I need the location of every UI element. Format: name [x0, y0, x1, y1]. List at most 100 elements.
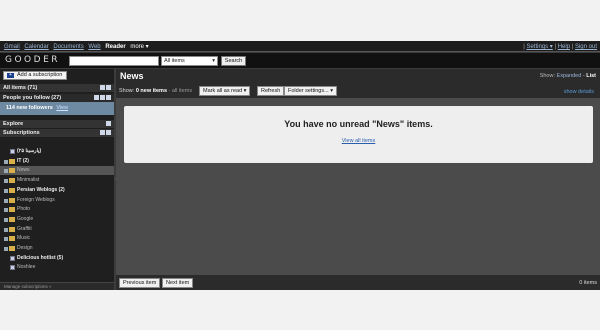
link-web[interactable]: Web: [88, 44, 100, 50]
view-mode-label: Show:: [539, 73, 555, 79]
empty-state-message: You have no unread "News" items. View al…: [124, 106, 593, 163]
more-menu[interactable]: more ▾: [130, 44, 148, 50]
sidebar-item-people[interactable]: People you follow (27): [0, 94, 114, 102]
subscription-item[interactable]: Design: [0, 244, 114, 253]
subscription-item[interactable]: Noshlee: [0, 263, 114, 272]
previous-item-button[interactable]: Previous item: [119, 278, 161, 288]
page-title: News: [120, 71, 144, 81]
subscription-label: Music: [17, 235, 31, 242]
all-items-filter[interactable]: - all items: [169, 88, 193, 94]
expand-toggle-icon[interactable]: [4, 227, 8, 232]
subscription-item[interactable]: News: [0, 166, 114, 176]
sidebar: + Add a subscription All items (71) Peop…: [0, 69, 114, 290]
expand-toggle-icon[interactable]: [4, 237, 8, 242]
expand-toggle-icon[interactable]: [4, 188, 8, 193]
refresh-button[interactable]: Refresh: [257, 86, 285, 96]
empty-state-text: You have no unread "News" items.: [284, 119, 433, 129]
expanded-view-link[interactable]: Expanded: [557, 73, 582, 79]
folder-icon: [9, 187, 15, 193]
folder-icon: [9, 197, 15, 203]
reader-app: Gmail Calendar Documents Web Reader more…: [0, 41, 600, 290]
subscription-label: Design: [17, 245, 33, 251]
refresh-icon[interactable]: [100, 85, 105, 90]
show-details-link[interactable]: show details: [564, 89, 594, 95]
subscription-label: Photo: [17, 206, 31, 213]
search-scope-value: All items: [164, 58, 185, 64]
subscription-label: Minimalist: [17, 177, 40, 184]
link-calendar[interactable]: Calendar: [24, 44, 48, 50]
expand-toggle-icon[interactable]: [4, 169, 8, 174]
collapse-icon[interactable]: [106, 121, 111, 126]
refresh-icon[interactable]: [100, 95, 105, 100]
feed-icon: [10, 149, 15, 154]
subscription-label: Persian Weblogs (2): [17, 186, 65, 193]
sidebar-item-subscriptions[interactable]: Subscriptions: [0, 129, 114, 137]
all-items-label: All items (71): [3, 85, 38, 91]
subscription-item[interactable]: Foreign Weblogs: [0, 196, 114, 205]
expand-toggle-icon[interactable]: [4, 159, 8, 164]
folder-settings-button[interactable]: Folder settings... ▾: [284, 86, 337, 96]
expand-toggle-icon[interactable]: [4, 217, 8, 222]
subscription-label: Noshlee: [17, 264, 36, 271]
collapse-icon[interactable]: [106, 95, 111, 100]
collapse-icon[interactable]: [106, 85, 111, 90]
subscription-item[interactable]: Minimalist: [0, 176, 114, 185]
link-documents[interactable]: Documents: [53, 44, 83, 50]
new-items-count[interactable]: 0 new items: [136, 88, 167, 94]
subscription-label: Google: [17, 215, 34, 222]
subscription-label: Delicious hotlist (5): [17, 254, 64, 261]
item-status: Show: 0 new items - all items: [119, 88, 192, 94]
subscription-item[interactable]: Delicious hotlist (5): [0, 254, 114, 263]
section-controls: [99, 85, 111, 93]
expand-toggle-icon[interactable]: [4, 208, 8, 213]
subscriptions-label: Subscriptions: [3, 130, 40, 136]
folder-icon: [9, 246, 15, 251]
list-view-link[interactable]: List: [586, 73, 596, 79]
service-links: Gmail Calendar Documents Web Reader more…: [4, 43, 152, 50]
add-subscription-button[interactable]: + Add a subscription: [3, 71, 67, 80]
subscription-item[interactable]: Google: [0, 215, 114, 224]
subscription-item[interactable]: IT (2): [0, 157, 114, 166]
mark-all-read-button[interactable]: Mark all as read ▾: [199, 86, 251, 96]
link-gmail[interactable]: Gmail: [4, 44, 20, 50]
top-navigation-bar: Gmail Calendar Documents Web Reader more…: [0, 41, 600, 52]
view-mode-switch: Show: Expanded - List: [540, 73, 596, 79]
expand-toggle-icon[interactable]: [4, 247, 8, 251]
sidebar-item-all-items[interactable]: All items (71): [0, 84, 114, 92]
subscription-item[interactable]: Photo: [0, 205, 114, 214]
search-scope-select[interactable]: All items ▾: [161, 56, 218, 66]
help-link[interactable]: Help: [558, 44, 570, 50]
search-input[interactable]: [69, 56, 159, 66]
new-followers-banner: 114 new followers View: [0, 102, 114, 115]
subscription-label: IT (2): [17, 157, 29, 164]
expand-toggle-icon[interactable]: [4, 198, 8, 203]
search-bar: GOODER All items ▾ Search: [0, 53, 600, 68]
subscription-item[interactable]: Music: [0, 234, 114, 243]
view-mode-separator: -: [582, 73, 585, 79]
settings-link[interactable]: Settings ▾: [526, 44, 552, 50]
mark-all-read-label: Mark all as read: [203, 88, 243, 94]
feed-icon: [10, 265, 15, 271]
manage-subscriptions-link[interactable]: Manage subscriptions »: [0, 282, 114, 290]
item-toolbar: Show: 0 new items - all items Mark all a…: [116, 85, 600, 97]
signout-link[interactable]: Sign out: [575, 44, 597, 50]
subscription-item[interactable]: Graffiti: [0, 225, 114, 234]
folder-icon: [9, 168, 15, 174]
next-item-button[interactable]: Next item: [162, 278, 194, 288]
comment-icon[interactable]: [94, 95, 99, 100]
section-controls: [99, 130, 111, 138]
subscription-item[interactable]: (۲۵ پارسینا): [0, 147, 114, 156]
search-button[interactable]: Search: [221, 56, 246, 66]
view-followers-link[interactable]: View: [56, 105, 68, 111]
item-count: 0 items: [579, 280, 597, 286]
sidebar-item-explore[interactable]: Explore: [0, 120, 114, 128]
folder-icon: [9, 236, 15, 242]
items-area: You have no unread "News" items. View al…: [116, 98, 600, 275]
expand-toggle-icon[interactable]: [4, 179, 8, 184]
subscription-item[interactable]: Persian Weblogs (2): [0, 186, 114, 195]
chevron-down-icon: ▾: [243, 88, 247, 94]
refresh-icon[interactable]: [100, 130, 105, 135]
view-all-items-link[interactable]: View all items: [124, 138, 593, 144]
explore-label: Explore: [3, 121, 24, 127]
collapse-icon[interactable]: [106, 130, 111, 135]
